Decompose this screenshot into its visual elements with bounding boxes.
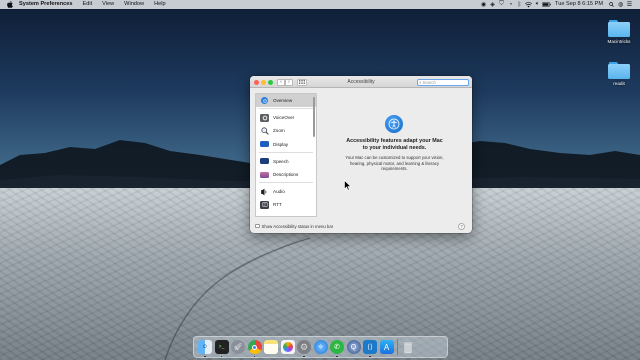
sidebar-divider	[259, 152, 313, 153]
dock-item-launchpad[interactable]: 🚀︎	[231, 340, 245, 354]
dock-item-safari[interactable]: ✧	[313, 340, 328, 354]
safari-icon: ✧	[317, 344, 324, 351]
menu-app-name[interactable]: System Preferences	[14, 0, 78, 9]
help-button[interactable]: ?	[458, 222, 465, 230]
finder-icon: ☺	[201, 344, 209, 350]
whatsapp-icon: ✆	[334, 344, 340, 351]
title-bar[interactable]: ‹ › Accessibility ⌕ Search	[250, 76, 472, 88]
sidebar-item-display[interactable]: Display	[256, 138, 316, 151]
dock-item-app-store[interactable]: A	[379, 340, 394, 354]
terminal-icon: >_	[218, 344, 225, 350]
menu-help[interactable]: Help	[149, 0, 171, 9]
sidebar-item-rtt[interactable]: RTT	[256, 198, 316, 211]
sidebar-item-label: Descriptions	[273, 172, 299, 178]
sidebar-item-label: Zoom	[273, 128, 285, 134]
photos-icon	[282, 342, 293, 352]
voiceover-icon	[260, 113, 269, 122]
spotlight-icon[interactable]	[607, 0, 616, 9]
rtt-icon	[260, 200, 269, 209]
volume-icon[interactable]: 🔈︎	[533, 0, 542, 9]
chrome-icon	[252, 344, 257, 350]
desktop-folder-macintricks[interactable]: Macintricks	[601, 20, 637, 44]
shield-icon[interactable]: ⛉	[497, 0, 506, 9]
dock-item-trash[interactable]	[401, 340, 415, 354]
zoom-icon	[260, 126, 269, 135]
overview-title: Accessibility features adapt your Mac to…	[346, 138, 443, 151]
menu-clock[interactable]: Tue Sep 8 6:15 PM	[551, 0, 607, 9]
accessibility-icon	[385, 115, 403, 133]
menu-edit[interactable]: Edit	[78, 0, 98, 9]
launchpad-icon: 🚀︎	[233, 344, 243, 351]
sidebar-divider	[259, 182, 313, 183]
timer-icon[interactable]: ◔	[506, 0, 515, 9]
desktop-folder-readit[interactable]: readit	[601, 62, 637, 86]
screen-record-icon[interactable]: ◉	[479, 0, 488, 9]
show-status-label[interactable]: Show Accessibility status in menu bar	[262, 224, 334, 229]
overview-pane: Accessibility features adapt your Mac to…	[322, 93, 467, 217]
sidebar-item-overview[interactable]: Overview	[256, 94, 316, 108]
wifi-icon[interactable]	[524, 0, 533, 9]
speech-icon	[260, 158, 269, 165]
dock: ☺ >_ 🚀︎ ⚙ ✧ ✆ Q ⟨⟩ A	[193, 336, 448, 358]
vscode-icon: ⟨⟩	[367, 344, 373, 351]
dock-item-finder[interactable]: ☺	[198, 340, 212, 357]
sidebar-item-label: Speech	[273, 158, 289, 164]
sidebar-item-audio[interactable]: Audio	[256, 185, 316, 198]
dock-item-vscode[interactable]: ⟨⟩	[363, 340, 377, 357]
dock-item-chrome[interactable]	[247, 340, 262, 357]
sidebar-item-voiceover[interactable]: VoiceOver	[256, 111, 316, 124]
sidebar-item-label: Overview	[273, 98, 293, 104]
desktop-folder-label: Macintricks	[607, 39, 631, 44]
accessibility-window: ‹ › Accessibility ⌕ Search Overview Voic…	[250, 76, 472, 233]
bluetooth-icon[interactable]: ᛒ	[515, 0, 524, 9]
search-icon: ⌕	[419, 79, 422, 85]
dock-item-whatsapp[interactable]: ✆	[330, 340, 344, 357]
notification-center-icon[interactable]: ☰	[625, 0, 634, 9]
menu-window[interactable]: Window	[119, 0, 149, 9]
desktop-folder-label: readit	[613, 81, 625, 86]
dock-item-terminal[interactable]: >_	[214, 340, 229, 357]
menu-bar: System Preferences Edit View Window Help…	[0, 0, 640, 9]
dock-item-notes[interactable]	[264, 340, 278, 354]
sidebar-scrollbar[interactable]	[313, 97, 315, 137]
sidebar-item-label: RTT	[273, 202, 282, 208]
dock-divider	[397, 339, 398, 355]
bottom-bar: Show Accessibility status in menu bar ?	[255, 221, 467, 231]
search-placeholder: Search	[422, 79, 436, 85]
audio-icon	[260, 188, 269, 196]
dropbox-icon[interactable]: ◈	[488, 0, 497, 9]
overview-icon	[261, 97, 268, 105]
overview-description: Your Mac can be customized to support yo…	[345, 155, 444, 172]
battery-icon[interactable]	[542, 0, 551, 9]
dock-item-system-preferences[interactable]: ⚙	[297, 340, 311, 357]
mouse-cursor-icon	[344, 180, 352, 191]
app-store-icon: A	[383, 342, 390, 352]
siri-icon[interactable]: ◍	[616, 0, 625, 9]
sidebar-item-descriptions[interactable]: Descriptions	[256, 168, 316, 181]
dock-item-photos[interactable]	[280, 340, 295, 354]
trash-icon	[403, 341, 413, 354]
sidebar-item-speech[interactable]: Speech	[256, 155, 316, 168]
quicktime-icon: Q	[350, 343, 357, 351]
folder-icon	[608, 62, 630, 79]
show-status-checkbox[interactable]	[255, 223, 260, 229]
menu-view[interactable]: View	[97, 0, 119, 9]
search-input[interactable]: ⌕ Search	[417, 78, 469, 86]
display-icon	[260, 141, 269, 148]
sidebar-item-zoom[interactable]: Zoom	[256, 124, 316, 137]
sidebar-item-label: Audio	[273, 189, 285, 195]
sidebar-divider	[259, 108, 313, 109]
system-preferences-icon: ⚙	[299, 341, 309, 352]
dock-item-quicktime[interactable]: Q	[346, 340, 361, 354]
apple-menu-icon[interactable]	[6, 0, 14, 9]
sidebar-item-label: VoiceOver	[273, 115, 295, 121]
sidebar-item-label: Display	[273, 141, 289, 147]
descriptions-icon	[260, 171, 269, 178]
sidebar: Overview VoiceOver Zoom Display Speech D…	[255, 93, 317, 217]
folder-icon	[608, 20, 630, 37]
